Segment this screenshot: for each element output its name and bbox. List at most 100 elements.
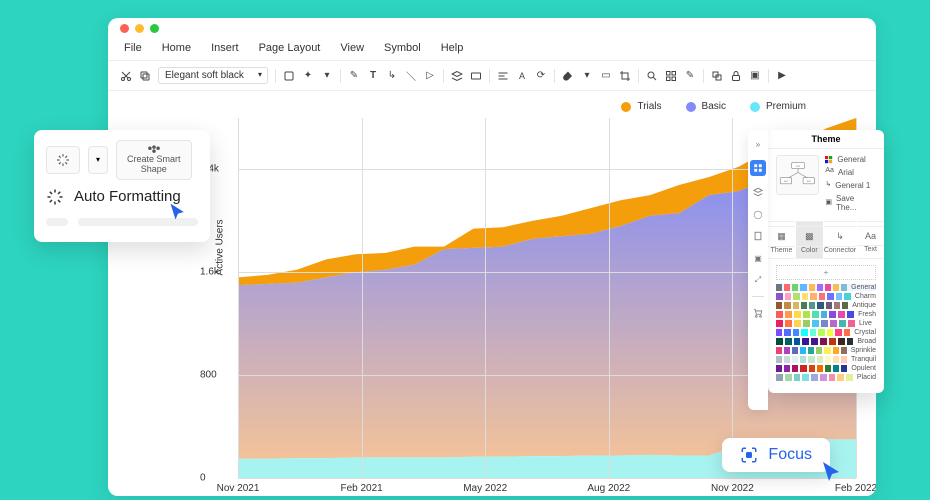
stroke-icon[interactable]: ▭ — [600, 70, 612, 82]
card-icon[interactable] — [470, 70, 482, 82]
pencil-icon[interactable]: ✎ — [348, 70, 360, 82]
menu-help[interactable]: Help — [441, 42, 464, 54]
palette-general[interactable]: General — [776, 284, 876, 291]
text-icon[interactable]: T — [367, 70, 379, 82]
line-icon[interactable]: ＼ — [405, 70, 417, 82]
palette-tranquil[interactable]: Tranquil — [776, 356, 876, 363]
fill-icon[interactable] — [562, 70, 574, 82]
expand-strip-icon[interactable]: ⤢ — [752, 274, 764, 286]
chart-legend: TrialsBasicPremium — [238, 101, 806, 112]
theme-option-1[interactable]: Aa Arial — [825, 167, 876, 177]
side-strip: » ◯ ▣ ⤢ — [748, 130, 768, 410]
maximize-icon[interactable] — [150, 24, 159, 33]
palette-broad[interactable]: Broad — [776, 338, 876, 345]
sparkle-dropdown[interactable]: ▾ — [88, 146, 108, 174]
theme-preview[interactable]: text text text — [776, 155, 819, 195]
cursor-icon — [168, 202, 188, 222]
palette-list: General Charm Antique Fresh Live Crystal Broad… — [776, 284, 876, 383]
x-tick: Feb 2021 — [340, 483, 382, 494]
legend-swatch — [686, 102, 696, 112]
y-tick: 1.6k — [200, 267, 219, 278]
legend-swatch — [621, 102, 631, 112]
cursor-icon — [820, 460, 844, 484]
connector-icon[interactable]: ↳ — [386, 70, 398, 82]
sparkle-icon[interactable]: ✦ — [302, 70, 314, 82]
theme-option-3[interactable]: ▣ Save The... — [825, 194, 876, 212]
crop-icon[interactable] — [619, 70, 631, 82]
legend-item-premium: Premium — [750, 101, 806, 112]
cart-strip-icon[interactable] — [752, 307, 764, 319]
x-tick: May 2022 — [463, 483, 507, 494]
theme-tab-color[interactable]: ▩Color — [796, 221, 823, 259]
highlight-icon[interactable]: ✎ — [684, 70, 696, 82]
slider-knob[interactable] — [46, 218, 68, 226]
palette-fresh[interactable]: Fresh — [776, 311, 876, 318]
svg-text:text: text — [784, 180, 788, 183]
palette-charm[interactable]: Charm — [776, 293, 876, 300]
toolbar: Elegant soft black ✦ ▾ ✎ T ↳ ＼ ▷ A ⟳ ▾ ▭… — [108, 61, 876, 91]
legend-item-trials: Trials — [621, 101, 661, 112]
play-icon[interactable]: ▶ — [776, 70, 788, 82]
palette-antique[interactable]: Antique — [776, 302, 876, 309]
menu-file[interactable]: File — [124, 42, 142, 54]
cut-icon[interactable] — [120, 70, 132, 82]
menu-home[interactable]: Home — [162, 42, 191, 54]
palette-placid[interactable]: Placid — [776, 374, 876, 381]
menu-page-layout[interactable]: Page Layout — [259, 42, 321, 54]
window-titlebar — [108, 18, 876, 38]
circle-strip-icon[interactable]: ◯ — [752, 208, 764, 220]
palette-sprinkle[interactable]: Sprinkle — [776, 347, 876, 354]
theme-option-2[interactable]: ↳ General 1 — [825, 180, 876, 191]
export-icon[interactable]: ▣ — [749, 70, 761, 82]
auto-format-popup: ▾ Create Smart Shape Auto Formatting — [34, 130, 210, 242]
group-icon[interactable] — [711, 70, 723, 82]
focus-label: Focus — [768, 446, 812, 464]
shape-icon[interactable] — [283, 70, 295, 82]
export-strip-icon[interactable]: ▣ — [752, 252, 764, 264]
minimize-icon[interactable] — [135, 24, 144, 33]
focus-button[interactable]: Focus — [722, 438, 830, 472]
theme-tab-connector[interactable]: ↳Connector — [824, 221, 856, 259]
theme-option-0[interactable]: General — [825, 155, 876, 164]
layers-icon[interactable] — [451, 70, 463, 82]
close-icon[interactable] — [120, 24, 129, 33]
search-icon[interactable] — [646, 70, 658, 82]
theme-strip-button[interactable] — [750, 160, 766, 176]
focus-icon — [740, 446, 758, 464]
y-tick: 800 — [200, 370, 217, 381]
x-tick: Nov 2021 — [217, 483, 260, 494]
menu-insert[interactable]: Insert — [211, 42, 239, 54]
theme-panel: » ◯ ▣ ⤢ Theme texttexttext GeneralAa Ari… — [768, 130, 884, 393]
font-size-icon[interactable]: A — [516, 70, 528, 82]
create-smart-shape-button[interactable]: Create Smart Shape — [116, 140, 192, 180]
auto-formatting-label: Auto Formatting — [74, 188, 181, 205]
auto-formatting-row[interactable]: Auto Formatting — [46, 188, 198, 206]
expand-icon[interactable]: » — [752, 138, 764, 150]
grid-icon[interactable] — [665, 70, 677, 82]
svg-text:text: text — [806, 180, 810, 183]
dropdown-icon[interactable]: ▾ — [581, 70, 593, 82]
add-palette-button[interactable]: + — [776, 265, 876, 280]
y-tick: 0 — [200, 473, 206, 484]
page-strip-icon[interactable] — [752, 230, 764, 242]
font-select[interactable]: Elegant soft black — [158, 67, 268, 84]
palette-opulent[interactable]: Opulent — [776, 365, 876, 372]
palette-live[interactable]: Live — [776, 320, 876, 327]
align-left-icon[interactable] — [497, 70, 509, 82]
palette-crystal[interactable]: Crystal — [776, 329, 876, 336]
rotate-icon[interactable]: ⟳ — [535, 70, 547, 82]
svg-text:text: text — [796, 165, 800, 168]
lock-icon[interactable] — [730, 70, 742, 82]
pointer-icon[interactable]: ▷ — [424, 70, 436, 82]
x-tick: Aug 2022 — [587, 483, 630, 494]
sparkle-tool-button[interactable] — [46, 146, 80, 174]
copy-icon[interactable] — [139, 70, 151, 82]
theme-option-list: General Aa Arial ↳ General 1 ▣ Save The... — [825, 155, 876, 215]
menu-view[interactable]: View — [340, 42, 364, 54]
layers-strip-icon[interactable] — [752, 186, 764, 198]
menu-symbol[interactable]: Symbol — [384, 42, 421, 54]
theme-tab-text[interactable]: AaText — [857, 221, 884, 259]
dropdown-icon[interactable]: ▾ — [321, 70, 333, 82]
theme-tab-theme[interactable]: ▦Theme — [768, 221, 795, 259]
x-tick: Nov 2022 — [711, 483, 754, 494]
